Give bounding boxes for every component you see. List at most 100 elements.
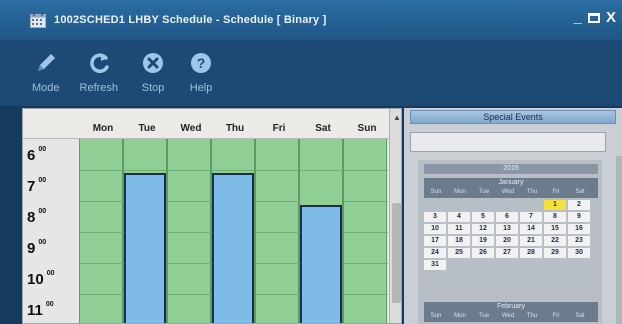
weekly-schedule[interactable]: Mon Tue Wed Thu Fri Sat Sun 6 00 7 00 8 00 … bbox=[22, 108, 402, 324]
calendar-day[interactable]: 2 bbox=[568, 200, 590, 210]
stop-button[interactable]: Stop bbox=[140, 50, 166, 94]
hour-gridline bbox=[80, 263, 124, 264]
special-events-list[interactable] bbox=[410, 132, 606, 152]
calendar-day[interactable]: 11 bbox=[448, 224, 470, 234]
calendar-day[interactable]: 19 bbox=[472, 236, 494, 246]
hour-gridline bbox=[80, 201, 124, 202]
weekday-label: Mon bbox=[454, 313, 466, 319]
scrollbar-thumb[interactable] bbox=[392, 203, 401, 303]
calendar-day[interactable]: 25 bbox=[448, 248, 470, 258]
toolbar: Mode Refresh Stop ? Help bbox=[0, 40, 622, 106]
schedule-on-block[interactable] bbox=[300, 205, 342, 323]
calendar-day[interactable]: 12 bbox=[472, 224, 494, 234]
scroll-up-icon[interactable]: ▲ bbox=[393, 113, 401, 122]
weekday-label: Mon bbox=[454, 189, 466, 195]
calendar-day[interactable]: 6 bbox=[496, 212, 518, 222]
weekday-label: Sat bbox=[575, 189, 585, 195]
weekday-label: Wed bbox=[501, 189, 515, 195]
calendar-day-today[interactable]: 1 bbox=[544, 200, 566, 210]
hour-label-9: 9 00 bbox=[27, 239, 47, 257]
hour-gridline bbox=[168, 294, 212, 295]
help-label: Help bbox=[189, 82, 213, 94]
calendar-month-february: February bbox=[424, 302, 598, 312]
calendar-day[interactable]: 9 bbox=[568, 212, 590, 222]
day-column-tue[interactable] bbox=[123, 139, 168, 323]
day-column-mon[interactable] bbox=[79, 139, 124, 323]
calendar-day[interactable]: 13 bbox=[496, 224, 518, 234]
calendar-day[interactable]: 23 bbox=[568, 236, 590, 246]
hour-gridline bbox=[212, 170, 256, 171]
hour-gridline bbox=[344, 232, 388, 233]
calendar-day[interactable]: 7 bbox=[520, 212, 542, 222]
day-column-sun[interactable] bbox=[343, 139, 388, 323]
calendar-day[interactable]: 28 bbox=[520, 248, 542, 258]
day-header-row: Mon Tue Wed Thu Fri Sat Sun bbox=[23, 109, 401, 139]
weekday-label: Sat bbox=[575, 313, 585, 319]
hour-gridline bbox=[344, 263, 388, 264]
hour-gridline bbox=[256, 263, 300, 264]
calendar-icon bbox=[30, 12, 46, 28]
calendar-day[interactable]: 30 bbox=[568, 248, 590, 258]
weekday-label: Sun bbox=[430, 189, 442, 195]
refresh-button[interactable]: Refresh bbox=[80, 50, 118, 94]
title-bar[interactable]: 1002SCHED1 LHBY Schedule - Schedule [ Bi… bbox=[0, 0, 622, 40]
calendar-month-january: January bbox=[424, 178, 598, 188]
schedule-grid[interactable] bbox=[79, 139, 391, 323]
day-header-wed: Wed bbox=[180, 123, 202, 134]
calendar-day[interactable]: 18 bbox=[448, 236, 470, 246]
day-header-sat: Sat bbox=[315, 123, 331, 134]
hour-gridline bbox=[80, 170, 124, 171]
weekday-label: Wed bbox=[501, 313, 515, 319]
close-button[interactable]: X bbox=[606, 10, 616, 26]
hour-gridline bbox=[168, 201, 212, 202]
hour-gridline bbox=[256, 294, 300, 295]
calendar-day[interactable]: 14 bbox=[520, 224, 542, 234]
pencil-icon bbox=[33, 50, 59, 76]
hour-gridline bbox=[80, 294, 124, 295]
calendar-day[interactable]: 4 bbox=[448, 212, 470, 222]
hour-label-6: 6 00 bbox=[27, 146, 47, 164]
stop-icon bbox=[140, 50, 166, 76]
calendar-day[interactable]: 8 bbox=[544, 212, 566, 222]
schedule-scrollbar[interactable]: ▲ bbox=[389, 109, 401, 323]
day-header-fri: Fri bbox=[272, 123, 286, 134]
minimize-button[interactable]: _ bbox=[574, 10, 582, 26]
hour-gridline bbox=[168, 170, 212, 171]
maximize-button[interactable] bbox=[587, 13, 600, 23]
calendar-day[interactable]: 21 bbox=[520, 236, 542, 246]
calendar-day[interactable]: 24 bbox=[424, 248, 446, 258]
day-header-sun: Sun bbox=[357, 123, 377, 134]
help-button[interactable]: ? Help bbox=[188, 50, 214, 94]
hour-gridline bbox=[344, 201, 388, 202]
hour-label-11: 11 00 bbox=[27, 301, 54, 319]
hour-gridline bbox=[256, 201, 300, 202]
calendar-day[interactable]: 27 bbox=[496, 248, 518, 258]
day-column-fri[interactable] bbox=[255, 139, 300, 323]
calendar-day[interactable]: 15 bbox=[544, 224, 566, 234]
calendar-year: 2015 bbox=[424, 164, 598, 174]
schedule-on-block[interactable] bbox=[124, 173, 166, 323]
weekday-label: Tue bbox=[478, 189, 490, 195]
calendar-day[interactable]: 16 bbox=[568, 224, 590, 234]
hour-gridline bbox=[344, 294, 388, 295]
calendar-day[interactable]: 10 bbox=[424, 224, 446, 234]
calendar-day[interactable]: 31 bbox=[424, 260, 446, 270]
mode-button[interactable]: Mode bbox=[32, 50, 60, 94]
day-header-mon: Mon bbox=[92, 123, 114, 134]
calendar-day[interactable]: 3 bbox=[424, 212, 446, 222]
calendar-day[interactable]: 17 bbox=[424, 236, 446, 246]
calendar-day[interactable]: 20 bbox=[496, 236, 518, 246]
weekday-label: Tue bbox=[478, 313, 490, 319]
day-column-wed[interactable] bbox=[167, 139, 212, 323]
calendar-day[interactable]: 5 bbox=[472, 212, 494, 222]
special-events-scrollbar[interactable] bbox=[616, 156, 622, 324]
special-events-header: Special Events bbox=[410, 110, 616, 124]
hour-gridline bbox=[300, 170, 344, 171]
day-column-thu[interactable] bbox=[211, 139, 256, 323]
calendar-day[interactable]: 22 bbox=[544, 236, 566, 246]
day-column-sat[interactable] bbox=[299, 139, 344, 323]
schedule-on-block[interactable] bbox=[212, 173, 254, 323]
calendar-day[interactable]: 26 bbox=[472, 248, 494, 258]
hour-gridline bbox=[256, 232, 300, 233]
calendar-day[interactable]: 29 bbox=[544, 248, 566, 258]
